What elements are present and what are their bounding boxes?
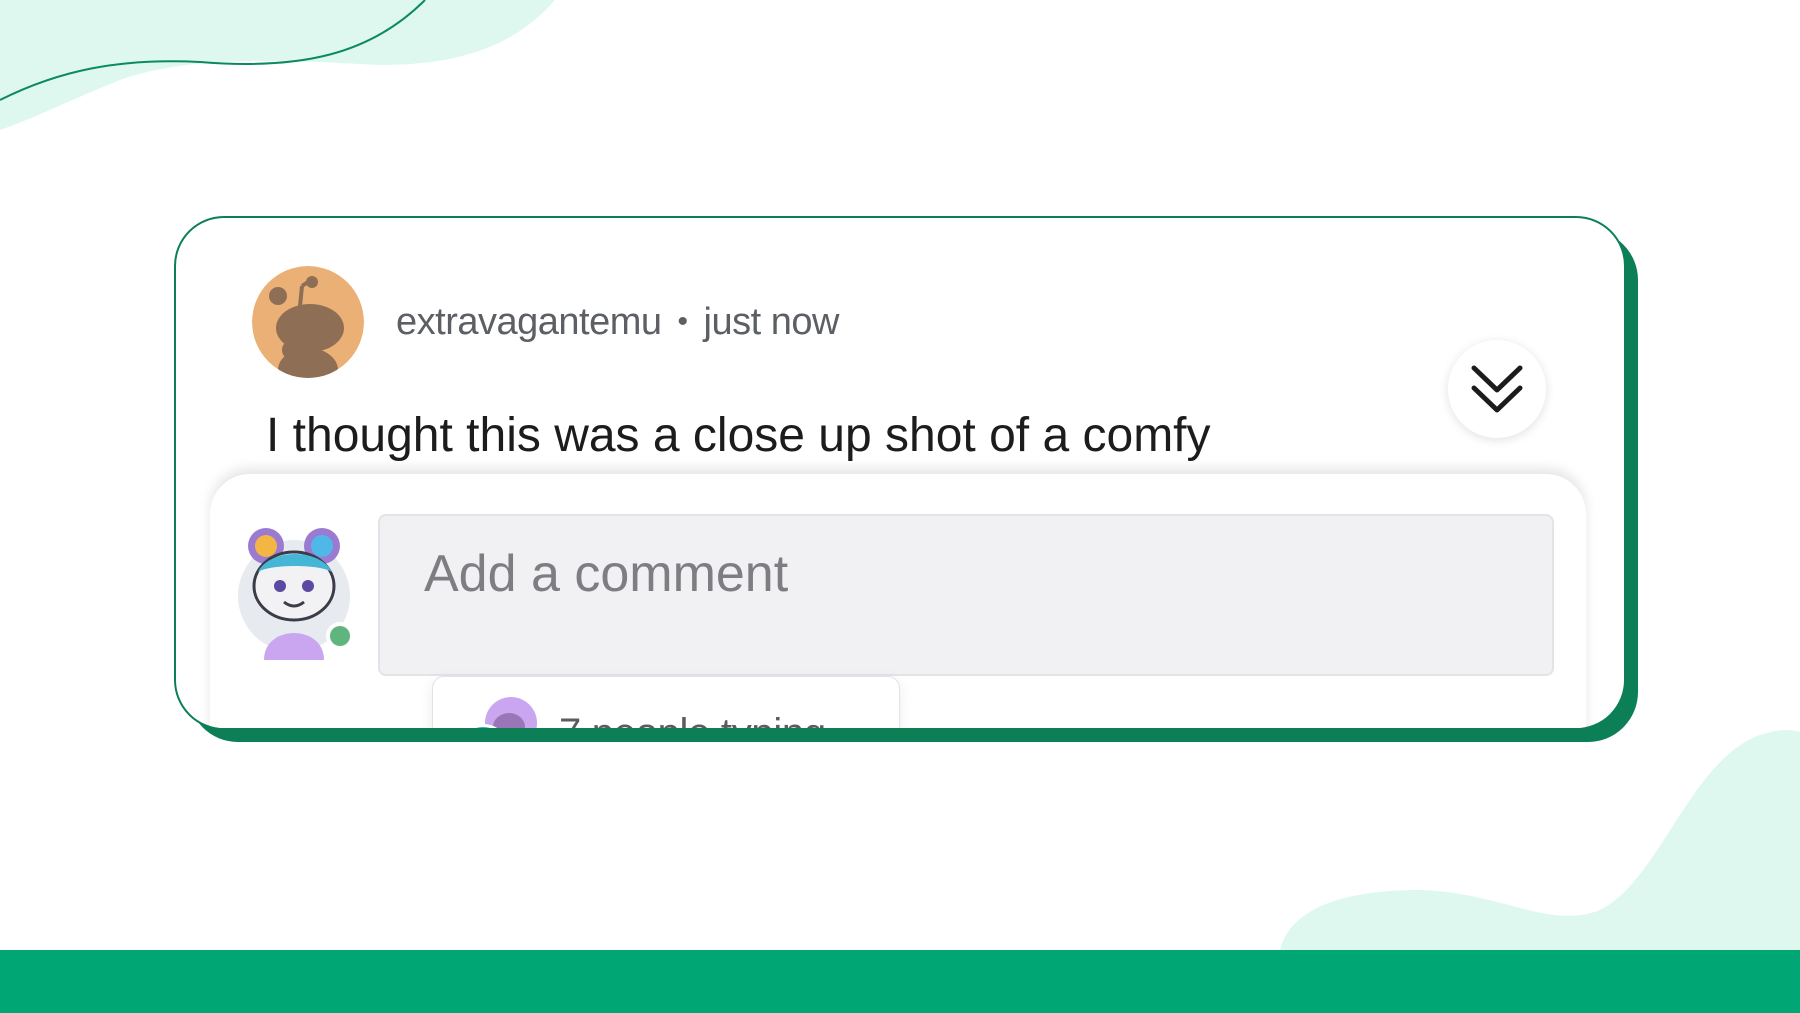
comment-body: I thought this was a close up shot of a … [266,409,1211,462]
scroll-to-bottom-button[interactable] [1448,340,1546,438]
author-username[interactable]: extravagantemu [396,301,662,344]
comment-composer: Add a comment 7 people typing [210,474,1586,728]
post-timestamp: just now [703,300,840,343]
current-user-avatar[interactable] [236,520,356,660]
double-chevron-down-icon [1471,365,1523,413]
snoo-avatar-icon [252,266,364,378]
post-meta: extravagantemu • just now [396,300,839,344]
post-author-avatar[interactable] [252,266,364,378]
comment-card: extravagantemu • just now I thought this… [174,216,1626,730]
typing-indicator-label: 7 people typing [559,711,826,728]
online-status-indicator [330,626,350,646]
comment-input-placeholder: Add a comment [424,545,789,603]
bottom-accent-bar [0,950,1800,1013]
typing-indicator: 7 people typing [432,676,900,728]
user-avatar-icon [238,528,354,660]
meta-separator: • [677,305,689,338]
typing-avatars-icon [468,697,537,728]
comment-input[interactable]: Add a comment [378,514,1554,676]
